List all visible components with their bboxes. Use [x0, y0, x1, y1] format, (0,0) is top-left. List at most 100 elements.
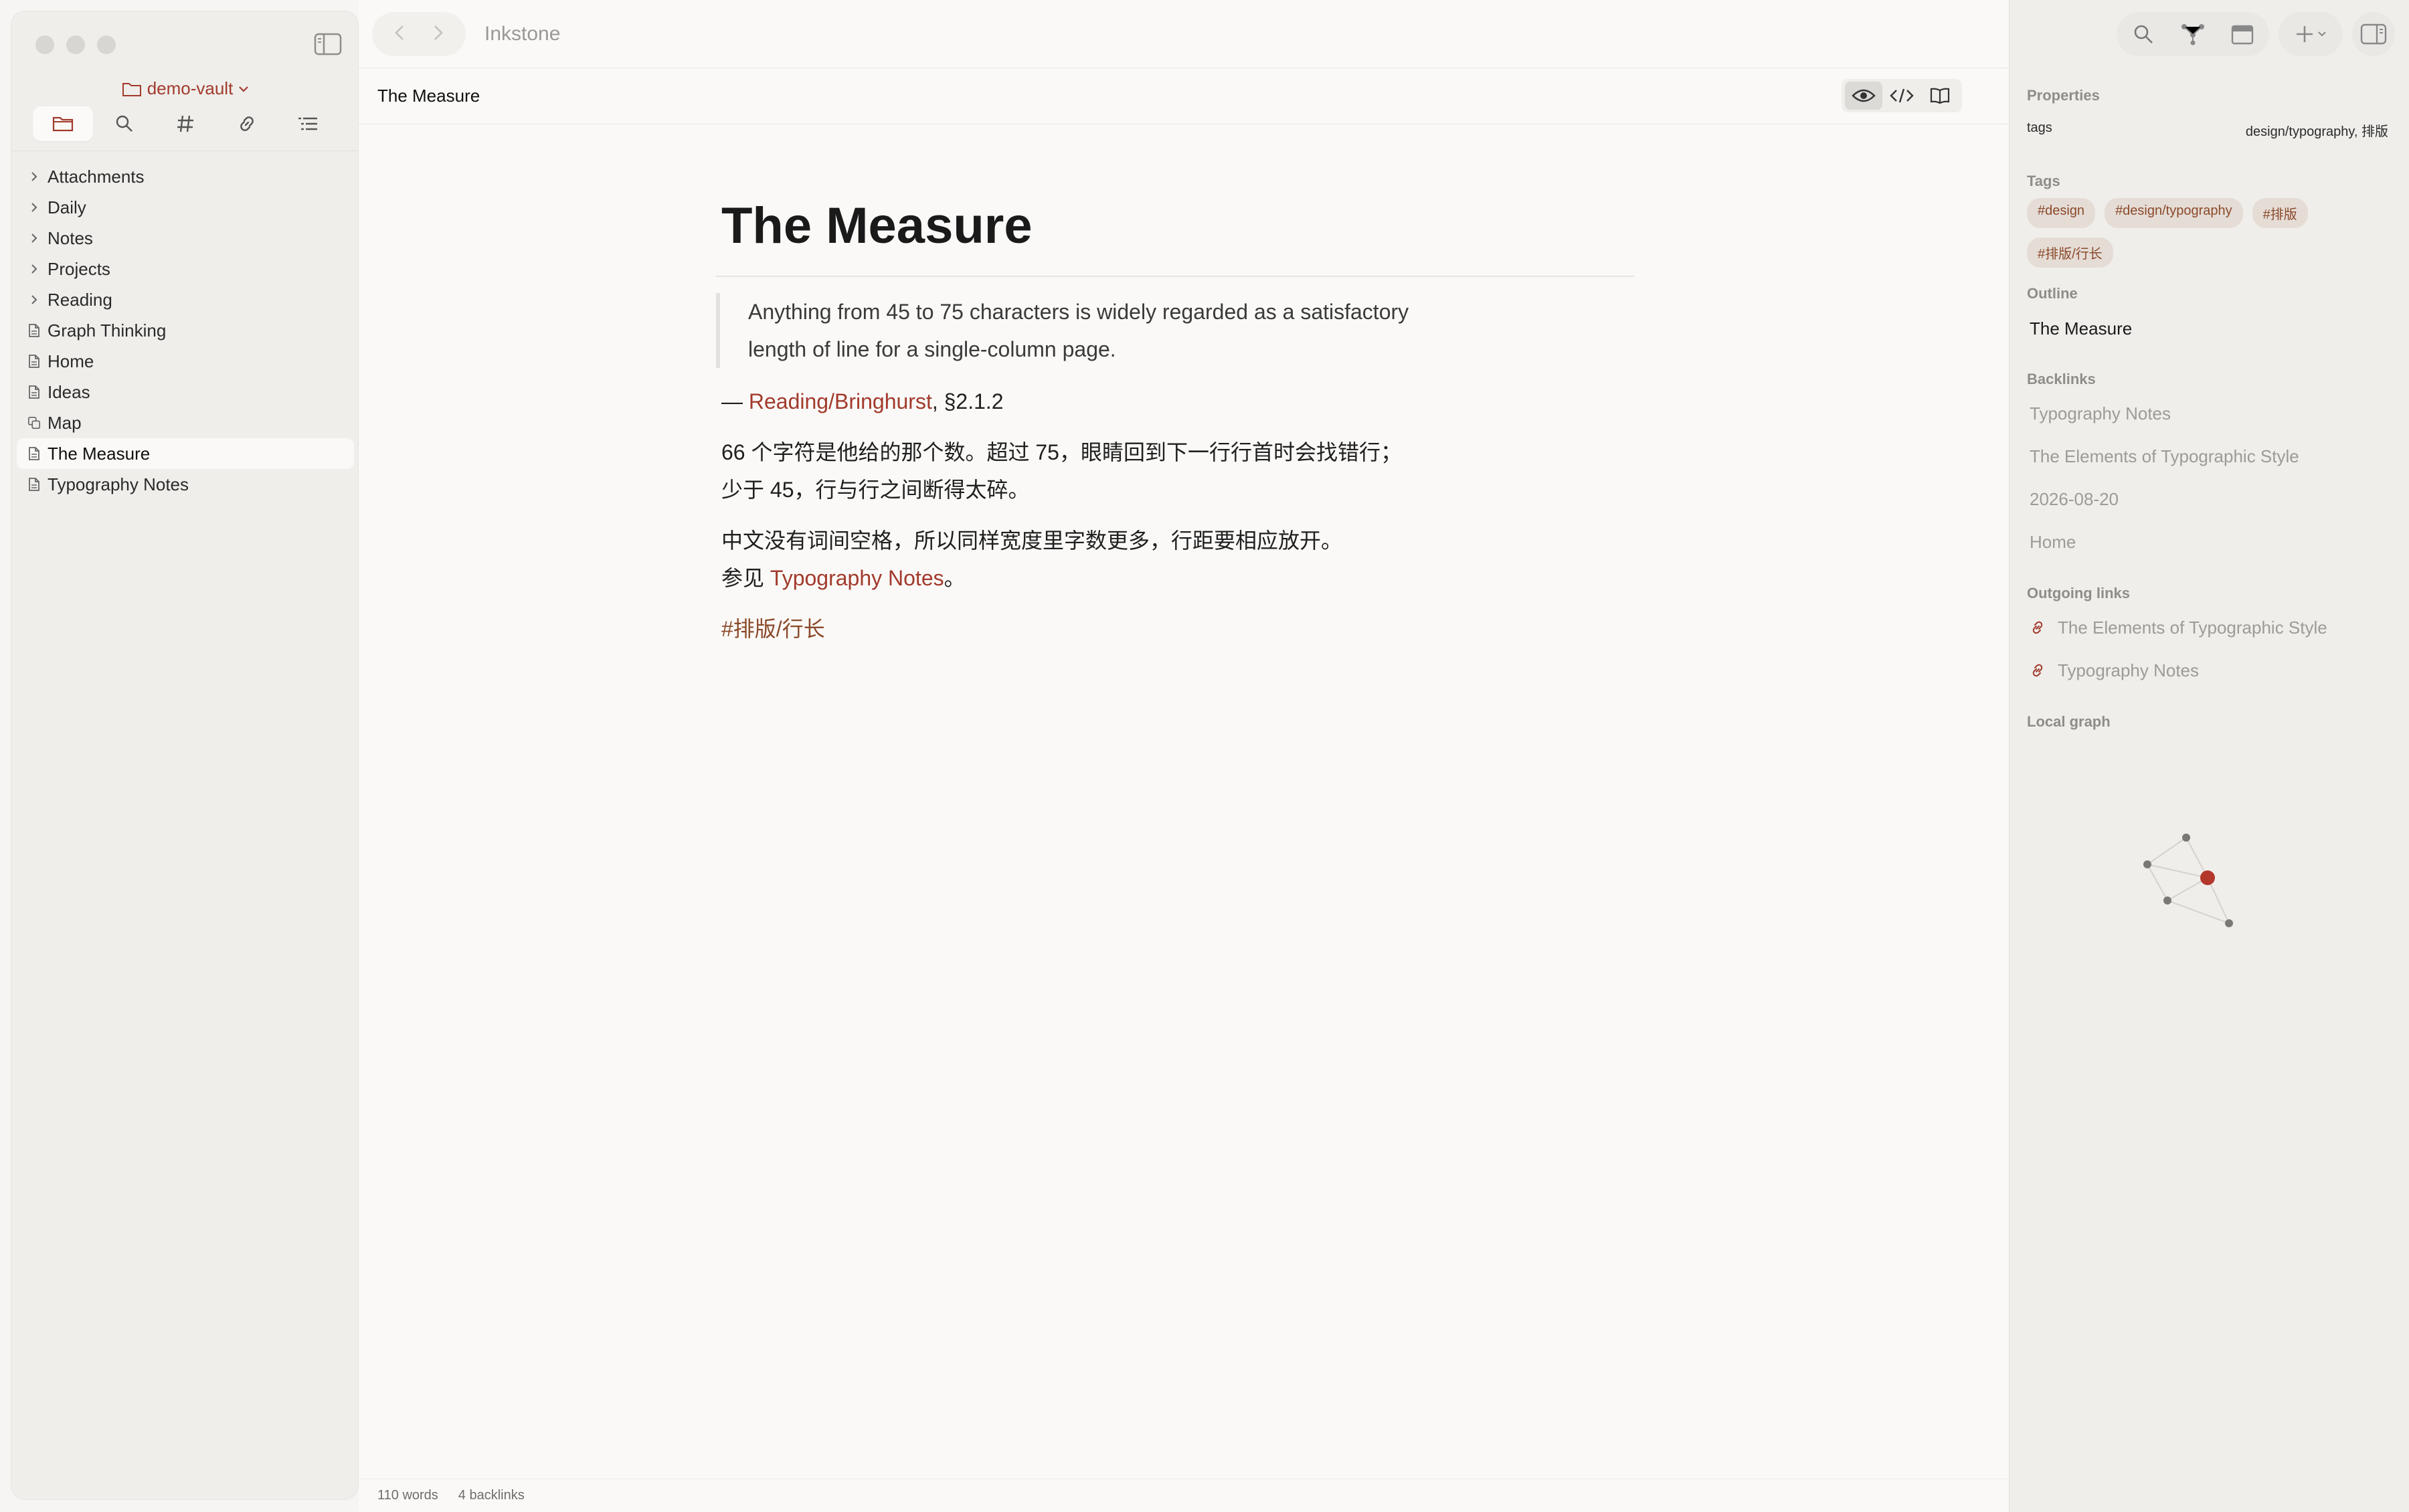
tree-folder-projects[interactable]: Projects [17, 254, 354, 284]
title-divider [716, 276, 1634, 277]
tag-pill[interactable]: #design [2027, 198, 2096, 228]
app-title: Inkstone [484, 23, 561, 45]
backlink-item[interactable]: Home [2030, 521, 2299, 563]
sidebar-toggle-icon [314, 33, 342, 56]
tree-item-label: Typography Notes [48, 474, 189, 494]
tree-item-label: Projects [48, 258, 110, 279]
calendar-button[interactable] [2222, 14, 2262, 54]
document-content: The Measure Anything from 45 to 75 chara… [716, 201, 1634, 648]
tree-item-label: Notes [48, 227, 93, 248]
backlink-label: 2026-08-20 [2030, 488, 2119, 509]
canvas-icon [27, 415, 41, 430]
typography-notes-link[interactable]: Typography Notes [770, 566, 944, 590]
toggle-right-panel-button[interactable] [2352, 12, 2395, 56]
paragraph-1: 66 个字符是他给的那个数。超过 75，眼睛回到下一行行首时会找错行； 少于 4… [721, 434, 1631, 508]
backlink-item[interactable]: The Elements of Typographic Style [2030, 435, 2299, 478]
outgoing-link-item[interactable]: Typography Notes [2030, 649, 2327, 692]
attribution-link[interactable]: Reading/Bringhurst [749, 389, 932, 413]
tree-folder-daily[interactable]: Daily [17, 192, 354, 223]
vault-switcher[interactable]: demo-vault [11, 78, 359, 99]
paragraph-line: 少于 45，行与行之间断得太碎。 [721, 478, 1030, 502]
tab-links[interactable] [217, 106, 277, 141]
graph-node[interactable] [2143, 860, 2151, 868]
see-suffix: 。 [944, 566, 966, 590]
right-panel: Properties tags design/typography, 排版 Ta… [2009, 0, 2409, 1512]
view-mode-toggle [1842, 79, 1962, 112]
paragraph-2: 中文没有词间空格，所以同样宽度里字数更多，行距要相应放开。 参见 Typogra… [721, 522, 1631, 597]
calendar-icon [2231, 25, 2254, 45]
inline-tag[interactable]: #排版/行长 [721, 610, 1631, 648]
graph-node[interactable] [2182, 834, 2190, 842]
app-window: demo-vault Attachments Daily Notes Proje… [0, 0, 2409, 1512]
forward-button[interactable] [431, 23, 444, 46]
right-toolbar [2117, 12, 2395, 56]
outline-item[interactable]: The Measure [2030, 318, 2132, 339]
tree-item-label: Ideas [48, 381, 90, 402]
tree-file-typography-notes[interactable]: Typography Notes [17, 469, 354, 500]
graph-icon [2181, 24, 2204, 45]
graph-node[interactable] [2163, 896, 2171, 905]
back-button[interactable] [393, 23, 407, 46]
property-row[interactable]: tags design/typography, 排版 [2027, 120, 2388, 140]
tree-file-map[interactable]: Map [17, 407, 354, 438]
folder-icon [52, 116, 74, 132]
search-button[interactable] [2123, 14, 2163, 54]
link-icon [2032, 621, 2043, 634]
window-controls [35, 35, 116, 54]
property-value: design/typography, 排版 [2245, 124, 2388, 139]
tree-file-graph-thinking[interactable]: Graph Thinking [17, 315, 354, 346]
tab-files[interactable] [33, 106, 93, 141]
book-icon [1931, 88, 1950, 104]
source-view-button[interactable] [1883, 82, 1921, 110]
backlink-item[interactable]: Typography Notes [2030, 392, 2299, 435]
local-graph[interactable] [2130, 810, 2250, 930]
tag-pill[interactable]: #排版/行长 [2027, 238, 2113, 268]
property-key: tags [2027, 120, 2052, 135]
chevron-right-icon [27, 231, 41, 246]
close-window-button[interactable] [35, 35, 54, 54]
left-sidebar: demo-vault Attachments Daily Notes Proje… [11, 11, 359, 1500]
document-name: The Measure [377, 86, 480, 106]
chevron-left-icon [395, 25, 404, 40]
word-count: 110 words [377, 1488, 438, 1503]
file-icon [27, 446, 41, 461]
tab-tags[interactable] [155, 106, 215, 141]
tree-file-home[interactable]: Home [17, 346, 354, 377]
quote-line: length of line for a single-column page. [748, 337, 1116, 361]
tree-file-ideas[interactable]: Ideas [17, 377, 354, 407]
new-note-button[interactable] [2279, 12, 2343, 56]
tree-file-the-measure[interactable]: The Measure [17, 438, 354, 469]
backlinks-list: Typography Notes The Elements of Typogra… [2030, 392, 2299, 563]
search-icon [116, 115, 132, 132]
quote-line: Anything from 45 to 75 characters is wid… [748, 300, 1409, 324]
chevron-right-icon [434, 25, 443, 40]
tree-folder-reading[interactable]: Reading [17, 284, 354, 315]
tree-item-label: Home [48, 351, 94, 371]
document-header-bar: The Measure [359, 68, 2009, 124]
outgoing-links-heading: Outgoing links [2027, 585, 2130, 601]
toggle-sidebar-button[interactable] [314, 33, 342, 57]
tree-folder-attachments[interactable]: Attachments [17, 161, 354, 192]
tab-search[interactable] [94, 106, 155, 141]
graph-node[interactable] [2225, 919, 2233, 927]
book-view-button[interactable] [1921, 82, 1959, 110]
file-tree: Attachments Daily Notes Projects Reading… [17, 161, 354, 500]
outgoing-link-item[interactable]: The Elements of Typographic Style [2030, 606, 2327, 649]
plus-icon [2297, 26, 2313, 42]
vault-name: demo-vault [147, 78, 234, 98]
backlink-count: 4 backlinks [458, 1488, 525, 1503]
file-icon [27, 323, 41, 338]
tree-folder-notes[interactable]: Notes [17, 223, 354, 254]
minimize-window-button[interactable] [66, 35, 85, 54]
graph-node-current[interactable] [2200, 870, 2215, 885]
file-icon [27, 354, 41, 369]
tag-pill[interactable]: #design/typography [2105, 198, 2243, 228]
tab-outline[interactable] [278, 106, 338, 141]
maximize-window-button[interactable] [97, 35, 116, 54]
reading-view-button[interactable] [1844, 82, 1882, 110]
graph-view-button[interactable] [2173, 14, 2213, 54]
backlink-item[interactable]: 2026-08-20 [2030, 478, 2299, 521]
tag-pill[interactable]: #排版 [2252, 198, 2308, 228]
tree-item-label: Attachments [48, 166, 145, 187]
outline-heading: Outline [2027, 285, 2078, 302]
